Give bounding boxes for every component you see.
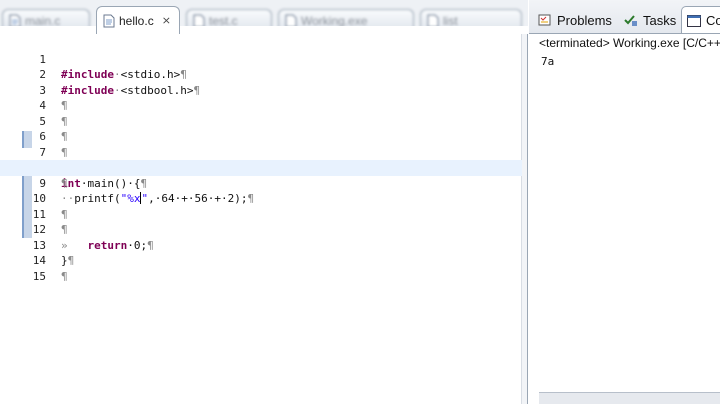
editor-tab-3[interactable]: test.c: [186, 9, 272, 31]
editor-tab-label: test.c: [209, 13, 238, 28]
editor-tab-label: hello.c: [119, 13, 154, 28]
code-line: 4 ¶: [0, 83, 522, 128]
code-line: 3 ¶: [0, 67, 522, 113]
editor-tab-4[interactable]: Working.exe: [278, 9, 414, 31]
code-editor[interactable]: 1 #include·<stdio.h>¶ 2 #include·<stdboo…: [0, 36, 522, 283]
editor-tab-hello-c[interactable]: hello.c ⨯: [96, 6, 180, 34]
c-file-icon: [193, 14, 205, 28]
c-file-icon: [285, 14, 297, 28]
problems-icon: [537, 12, 553, 28]
tab-label: Problems: [557, 12, 612, 28]
c-file-icon: [103, 14, 115, 28]
tab-problems[interactable]: Problems: [537, 8, 612, 32]
c-file-icon: [9, 14, 21, 28]
editor-pane: main.c hello.c ⨯ test.c Working.exe list…: [0, 0, 528, 404]
c-file-icon: [427, 14, 439, 28]
code-line: 7 ⊖ int·main()·{¶: [0, 129, 522, 190]
code-line: 11 ¶: [0, 191, 522, 237]
current-code-line: 9 ··printf("%x",·64·+·56·+·2);¶: [0, 160, 522, 205]
console-status-title: <terminated> Working.exe [C/C++: [539, 36, 720, 50]
tab-tasks[interactable]: Tasks: [623, 8, 676, 32]
editor-tab-label: list: [443, 13, 458, 28]
view-tab-strip: Problems Tasks Co: [529, 0, 720, 34]
editor-tab-1[interactable]: main.c: [2, 9, 90, 31]
tab-console[interactable]: Co: [681, 6, 720, 33]
code-line: 12 » return·0;¶: [0, 207, 522, 252]
code-line: 13 }¶: [0, 222, 522, 268]
console-output[interactable]: 7a: [541, 55, 554, 68]
code-line: 15: [0, 253, 522, 283]
code-line: 1 #include·<stdio.h>¶: [0, 36, 522, 82]
code-line: 14 ¶: [0, 238, 522, 283]
code-line: 10 ¶: [0, 176, 522, 221]
editor-tab-label: main.c: [25, 13, 61, 28]
line-number: 15: [32, 269, 46, 283]
code-line: 6 ¶: [0, 114, 522, 159]
tab-label: Tasks: [643, 12, 677, 28]
pilcrow: ¶: [61, 269, 68, 283]
code-line: 8 ¶: [0, 145, 522, 190]
code-line: 5 ¶: [0, 98, 522, 144]
code-line: 2 #include·<stdbool.h>¶: [0, 52, 522, 97]
console-pane: Problems Tasks Co <terminated> Working.e…: [529, 0, 720, 404]
editor-tab-strip: main.c hello.c ⨯ test.c Working.exe list: [0, 0, 528, 34]
console-icon: [686, 13, 702, 29]
tasks-icon: [623, 12, 639, 28]
console-toolbar: [539, 392, 720, 404]
tab-label: Co: [706, 13, 720, 28]
editor-tab-label: Working.exe: [301, 13, 368, 28]
editor-tab-5[interactable]: list: [420, 9, 522, 31]
close-icon[interactable]: ⨯: [162, 14, 171, 27]
